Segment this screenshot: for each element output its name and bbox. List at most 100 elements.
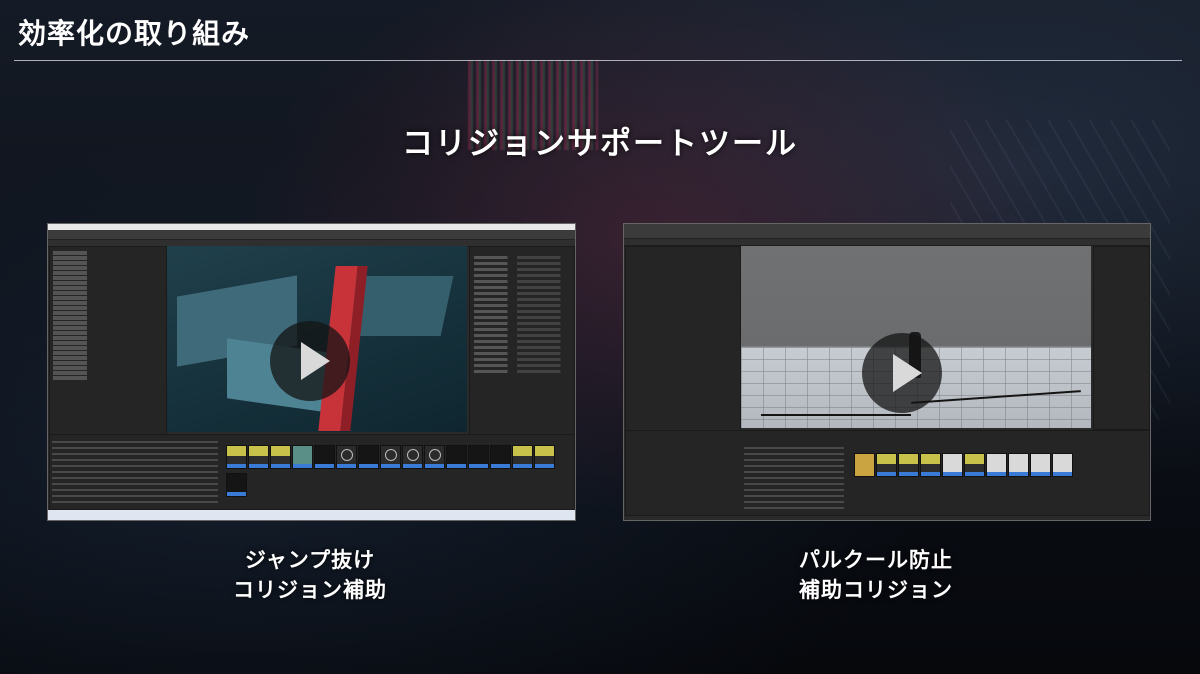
details-row [474, 358, 570, 361]
caption-line: 補助コリジョン [799, 578, 953, 602]
details-row [474, 298, 570, 301]
slide-title: 効率化の取り組み [18, 17, 251, 50]
tree-item [53, 251, 166, 255]
details-row [474, 322, 570, 325]
tree-item [53, 286, 166, 290]
asset-label-bar [513, 464, 532, 468]
asset-thumbnail [402, 445, 423, 469]
tree-item [53, 316, 166, 320]
details-panel [469, 246, 575, 440]
editor-toolbar [624, 224, 1150, 239]
asset-label-bar [337, 464, 356, 468]
asset-thumbnail [226, 445, 247, 469]
details-row [474, 286, 570, 289]
asset-label-bar [425, 464, 444, 468]
tree-item [53, 326, 166, 330]
tree-item [53, 261, 166, 265]
asset-label-bar [271, 464, 290, 468]
asset-label-bar [447, 464, 466, 468]
tree-item [53, 356, 166, 360]
details-row [474, 310, 570, 313]
tree-item [53, 321, 166, 325]
tree-item [53, 291, 166, 295]
asset-label-bar [227, 492, 246, 496]
asset-thumbnail [512, 445, 533, 469]
folder-tree [744, 447, 844, 511]
editor-toolbar [48, 230, 575, 240]
tree-item [53, 336, 166, 340]
caption-line: パルクール防止 [799, 548, 953, 572]
asset-thumbnail [314, 445, 335, 469]
asset-label-bar [315, 464, 334, 468]
video-left[interactable] [47, 223, 576, 521]
folder-tree [52, 441, 218, 505]
tree-item [53, 341, 166, 345]
details-row [474, 304, 570, 307]
details-row [474, 292, 570, 295]
os-taskbar [48, 510, 575, 520]
asset-thumbnail [876, 453, 897, 477]
details-row [474, 346, 570, 349]
tree-item [53, 361, 166, 365]
video-right-caption: パルクール防止 補助コリジョン [716, 545, 1036, 605]
content-browser [625, 430, 1150, 516]
asset-label-bar [855, 472, 874, 476]
tree-item [53, 266, 166, 270]
asset-thumbnail [854, 453, 875, 477]
details-row [474, 370, 570, 373]
details-row [474, 316, 570, 319]
tree-item [53, 351, 166, 355]
tree-item [53, 346, 166, 350]
asset-label-bar [491, 464, 510, 468]
tree-item [53, 371, 166, 375]
asset-thumbnail [292, 445, 313, 469]
level-viewport [741, 246, 1091, 428]
details-row [474, 280, 570, 283]
tree-item [53, 331, 166, 335]
tree-item [53, 301, 166, 305]
details-row [474, 334, 570, 337]
asset-thumbnail [380, 445, 401, 469]
asset-label-bar [359, 464, 378, 468]
tree-item [53, 276, 166, 280]
play-icon[interactable] [862, 333, 942, 413]
asset-label-bar [381, 464, 400, 468]
outliner-panel [625, 246, 741, 438]
asset-label-bar [965, 472, 984, 476]
asset-thumbnail [248, 445, 269, 469]
asset-thumbnail [270, 445, 291, 469]
details-row [474, 340, 570, 343]
asset-label-bar [403, 464, 422, 468]
asset-label-bar [227, 464, 246, 468]
asset-label-bar [293, 464, 312, 468]
asset-thumbnail [226, 473, 247, 497]
level-viewport [167, 246, 467, 432]
video-right[interactable] [623, 223, 1151, 521]
details-panel [1093, 246, 1150, 430]
asset-label-bar [1031, 472, 1050, 476]
title-divider [14, 60, 1182, 61]
asset-label-bar [535, 464, 554, 468]
asset-label-bar [899, 472, 918, 476]
tree-item [53, 311, 166, 315]
details-row [474, 352, 570, 355]
asset-thumbnail [336, 445, 357, 469]
details-row [474, 256, 570, 259]
asset-thumbnail [358, 445, 379, 469]
details-row [474, 364, 570, 367]
details-row [474, 328, 570, 331]
caption-line: コリジョン補助 [233, 578, 387, 602]
asset-thumbnail [920, 453, 941, 477]
asset-label-bar [943, 472, 962, 476]
asset-thumbnail [942, 453, 963, 477]
tree-item [53, 256, 166, 260]
details-row [474, 268, 570, 271]
details-row [474, 274, 570, 277]
tree-item [53, 376, 166, 380]
asset-thumbnail [1030, 453, 1051, 477]
play-icon[interactable] [270, 321, 350, 401]
asset-thumbnail [490, 445, 511, 469]
asset-thumbnail [534, 445, 555, 469]
outliner-panel [49, 246, 167, 437]
asset-label-bar [1053, 472, 1072, 476]
